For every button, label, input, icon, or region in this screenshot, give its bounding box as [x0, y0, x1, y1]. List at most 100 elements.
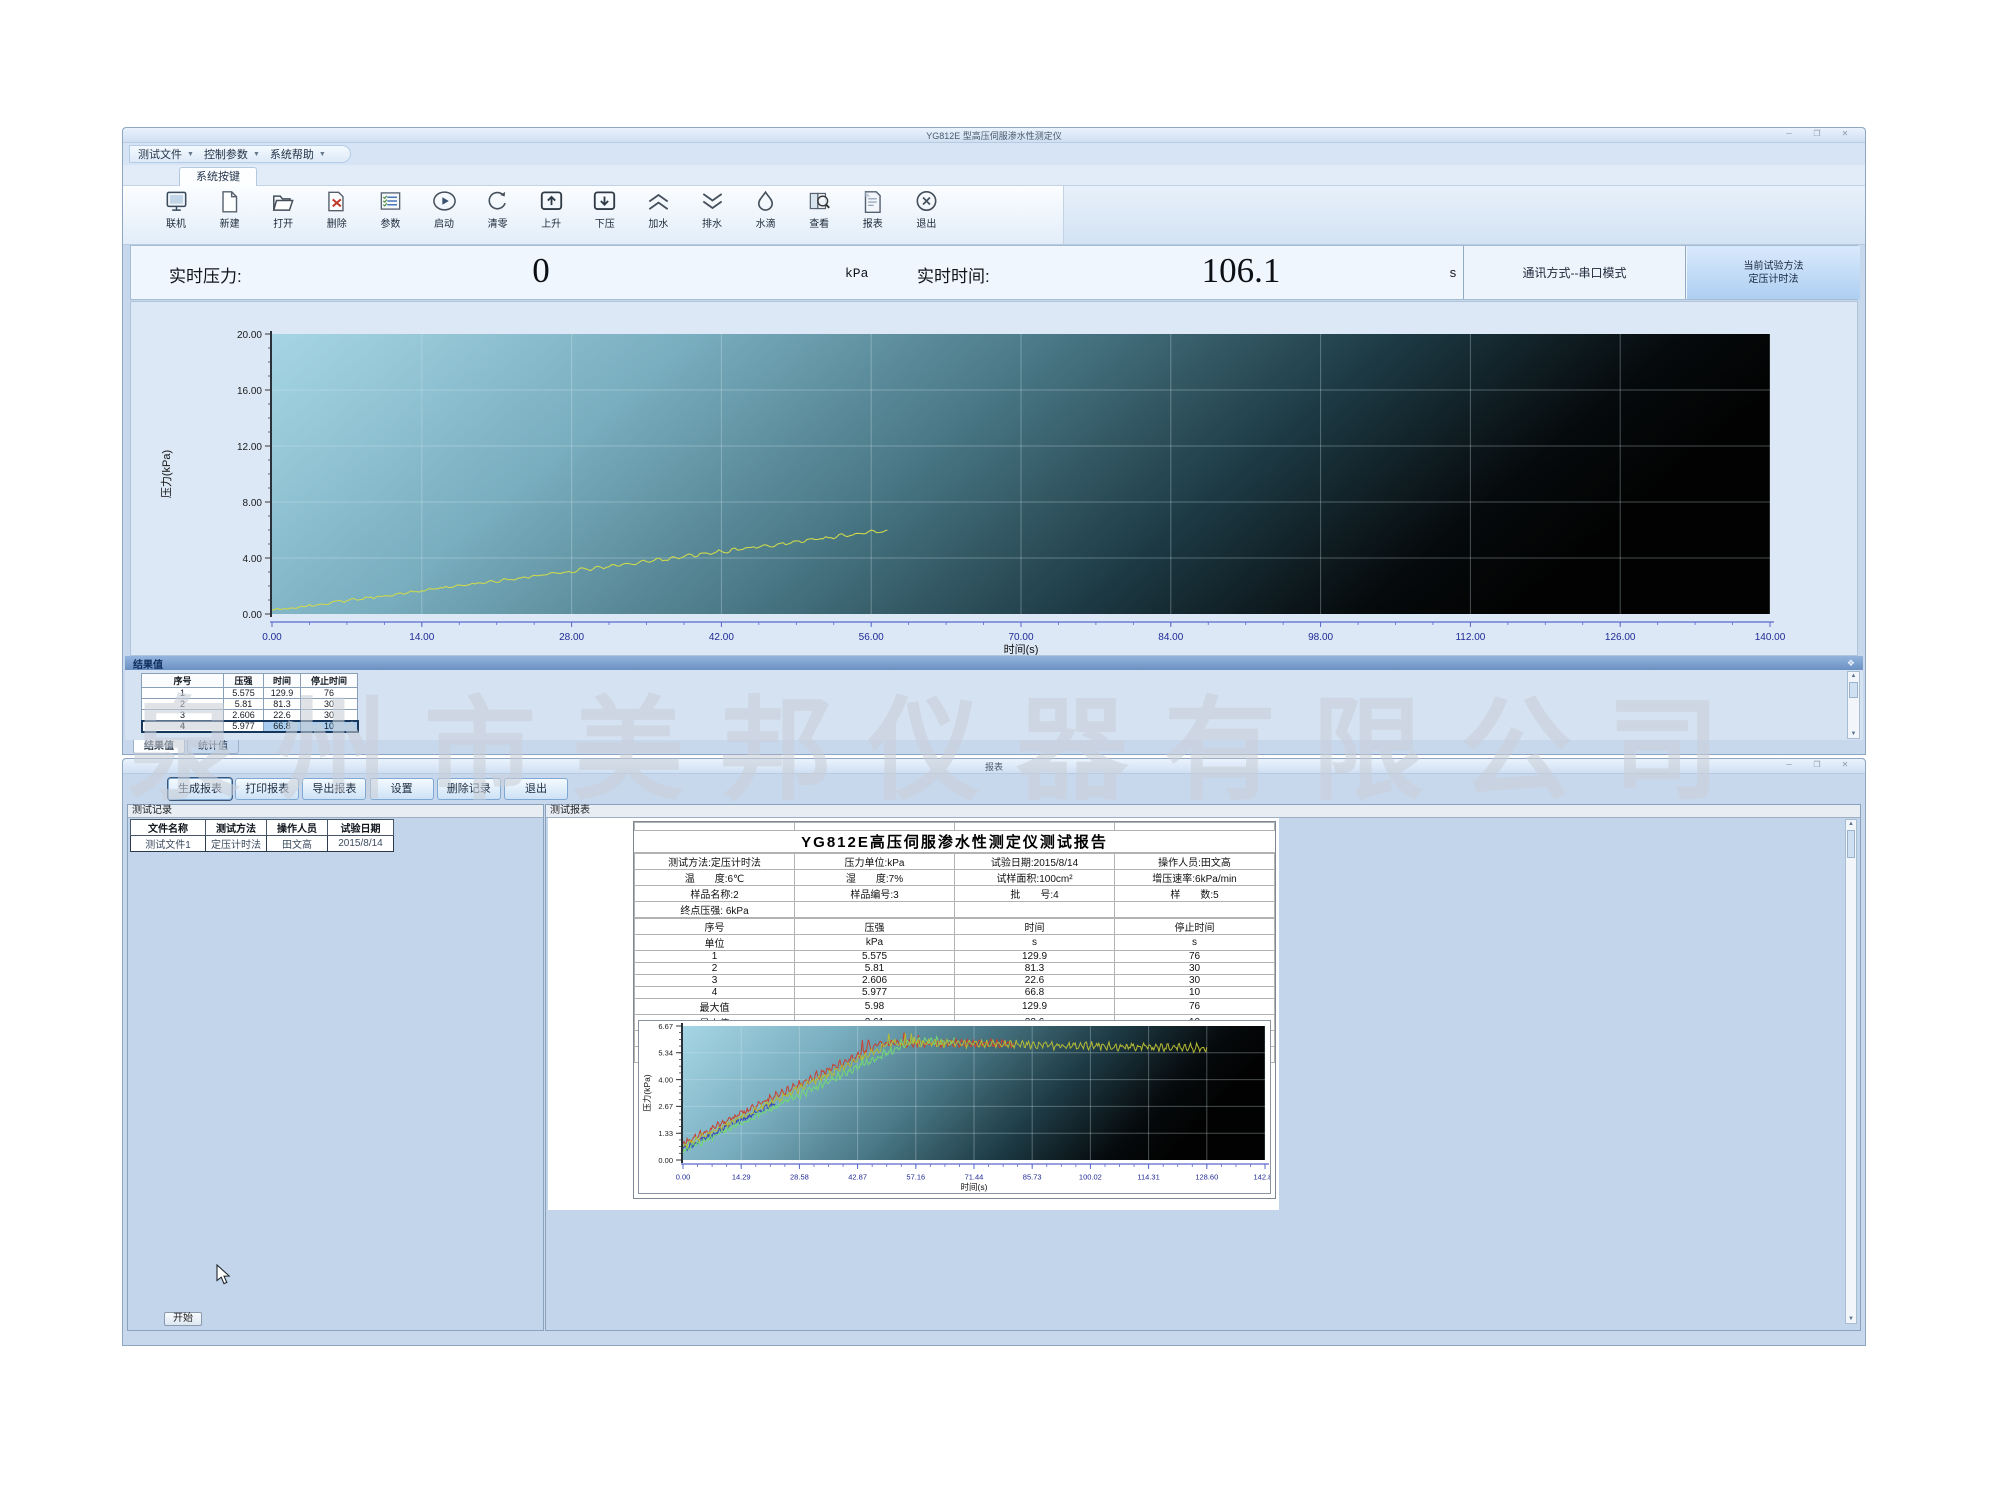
toolbar-button-8[interactable]: 下压 — [580, 189, 630, 242]
report-info-cell — [795, 902, 955, 918]
record-row[interactable]: 测试文件1定压计时法田文高2015/8/14 — [131, 836, 394, 852]
toolbar-button-label: 清零 — [488, 215, 508, 230]
report-data-cell: 3 — [635, 975, 795, 987]
report-scrollbar[interactable]: ▲ ▼ — [1845, 819, 1857, 1324]
results-tab-1[interactable]: 统计值 — [187, 740, 239, 754]
report-data-cell: 30 — [1115, 975, 1275, 987]
report-view-panel: 测试报表 YG812E高压伺服渗水性测定仪测试报告 测试方法:定压计时法压力单位… — [545, 804, 1861, 1331]
time-unit: s — [1449, 266, 1457, 281]
start-button[interactable]: 开始 — [164, 1312, 202, 1326]
report-info-cell: 样品编号:3 — [795, 886, 955, 902]
minimize-icon[interactable]: ─ — [1783, 129, 1795, 138]
arrow-down-icon — [591, 189, 618, 213]
svg-text:时间(s): 时间(s) — [1004, 643, 1039, 655]
report-info-cell: 试样面积:100cm² — [955, 870, 1115, 886]
svg-text:42.87: 42.87 — [848, 1173, 867, 1182]
report-button-4[interactable]: 删除记录 — [437, 778, 501, 800]
report-window: 报表 ─ ❐ ✕ 生成报表打印报表导出报表设置删除记录退出 测试记录 文件名称测… — [122, 758, 1866, 1346]
toolbar-button-2[interactable]: 打开 — [258, 189, 308, 242]
report-button-3[interactable]: 设置 — [370, 778, 434, 800]
result-cell: 30 — [301, 699, 358, 710]
results-scrollbar[interactable]: ▲ ▼ — [1847, 671, 1860, 739]
open-folder-icon — [270, 189, 297, 213]
close-icon[interactable]: ✕ — [1839, 129, 1851, 138]
results-caption-bar: 结果值 ❖ — [125, 656, 1863, 670]
toolbar-button-label: 参数 — [380, 215, 400, 230]
report-button-row: 生成报表打印报表导出报表设置删除记录退出 — [123, 776, 1865, 803]
report-table-header: 序号 — [635, 919, 795, 935]
svg-text:1.33: 1.33 — [658, 1129, 673, 1138]
results-header: 停止时间 — [301, 674, 358, 688]
delete-file-icon — [323, 189, 350, 213]
toolbar-button-3[interactable]: 删除 — [312, 189, 362, 242]
toolbar-button-9[interactable]: 加水 — [633, 189, 683, 242]
report-data-cell: 2.606 — [795, 975, 955, 987]
report-button-5[interactable]: 退出 — [504, 778, 568, 800]
report-button-2[interactable]: 导出报表 — [302, 778, 366, 800]
current-method-box[interactable]: 当前试验方法 定压计时法 — [1687, 246, 1860, 299]
toolbar-button-10[interactable]: 排水 — [687, 189, 737, 242]
results-tabs: 结果值统计值 — [133, 740, 239, 754]
time-label: 实时时间: — [917, 262, 990, 287]
toolbar-button-4[interactable]: 参数 — [365, 189, 415, 242]
report-data-cell: 5.977 — [795, 987, 955, 999]
report-info-cell — [955, 902, 1115, 918]
record-cell: 2015/8/14 — [328, 836, 394, 852]
scrollbar-thumb[interactable] — [1849, 682, 1858, 698]
report-info-cell: 样品名称:2 — [635, 886, 795, 902]
menu-item-0[interactable]: 测试文件▼ — [138, 146, 194, 162]
result-row[interactable]: 45.97766.810 — [142, 721, 358, 732]
svg-text:4.00: 4.00 — [243, 554, 263, 565]
toolbar-button-13[interactable]: 报表 — [848, 189, 898, 242]
tab-system-keys[interactable]: 系统按键 — [179, 167, 257, 186]
toolbar-button-5[interactable]: 启动 — [419, 189, 469, 242]
close-icon[interactable]: ✕ — [1839, 760, 1851, 769]
result-cell: 3 — [142, 710, 224, 721]
report-data-cell: 76 — [1115, 999, 1275, 1015]
scrollbar-thumb[interactable] — [1847, 830, 1855, 858]
toolbar-button-label: 上升 — [541, 215, 561, 230]
svg-text:140.00: 140.00 — [1755, 632, 1786, 643]
result-cell: 81.3 — [264, 699, 301, 710]
report-info-cell: 压力单位:kPa — [795, 854, 955, 870]
toolbar-button-6[interactable]: 清零 — [473, 189, 523, 242]
report-info-cell: 批 号:4 — [955, 886, 1115, 902]
minimize-icon[interactable]: ─ — [1783, 760, 1795, 769]
report-button-0[interactable]: 生成报表 — [168, 778, 232, 800]
report-data-row: 15.575129.976 — [635, 951, 1275, 963]
report-window-titlebar[interactable]: 报表 ─ ❐ ✕ — [123, 759, 1865, 774]
svg-text:0.00: 0.00 — [658, 1156, 673, 1165]
report-table-header: 压强 — [795, 919, 955, 935]
toolbar-button-7[interactable]: 上升 — [526, 189, 576, 242]
svg-text:4.00: 4.00 — [658, 1075, 673, 1084]
menu-item-1[interactable]: 控制参数▼ — [204, 146, 260, 162]
report-data-cell: 129.9 — [955, 951, 1115, 963]
report-empty-cell — [1115, 823, 1275, 831]
menu-item-2[interactable]: 系统帮助▼ — [270, 146, 326, 162]
toolbar-button-12[interactable]: 查看 — [794, 189, 844, 242]
menu-item-label: 测试文件 — [138, 146, 182, 162]
maximize-icon[interactable]: ❐ — [1811, 760, 1823, 769]
toolbar-button-0[interactable]: 联机 — [151, 189, 201, 242]
report-data-row: 45.97766.810 — [635, 987, 1275, 999]
record-cell: 田文高 — [267, 836, 328, 852]
chevron-down-icon: ▼ — [253, 151, 260, 158]
chevrons-up-icon — [645, 189, 672, 213]
results-tab-0[interactable]: 结果值 — [133, 740, 185, 754]
report-table-header: 时间 — [955, 919, 1115, 935]
report-button-1[interactable]: 打印报表 — [235, 778, 299, 800]
result-row[interactable]: 15.575129.976 — [142, 688, 358, 699]
toolbar-button-14[interactable]: 退出 — [901, 189, 951, 242]
menu-item-label: 系统帮助 — [270, 146, 314, 162]
result-row[interactable]: 32.60622.630 — [142, 710, 358, 721]
result-cell: 1 — [142, 688, 224, 699]
result-row[interactable]: 25.8181.330 — [142, 699, 358, 710]
toolbar-button-1[interactable]: 新建 — [205, 189, 255, 242]
report-title: YG812E高压伺服渗水性测定仪测试报告 — [634, 831, 1275, 853]
report-data-cell: 5.575 — [795, 951, 955, 963]
toolbar-button-11[interactable]: 水滴 — [741, 189, 791, 242]
maximize-icon[interactable]: ❐ — [1811, 129, 1823, 138]
records-header: 测试方法 — [206, 820, 267, 836]
main-window-titlebar[interactable]: YG812E 型高压伺服渗水性测定仪 ─ ❐ ✕ — [123, 128, 1865, 143]
pressure-unit: kPa — [845, 266, 868, 281]
